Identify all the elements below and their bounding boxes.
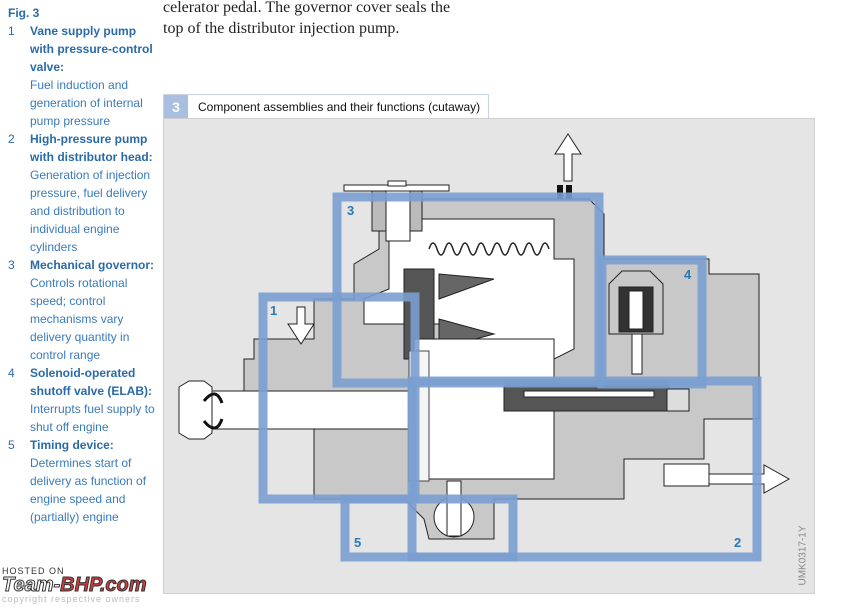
- region-label-2: 2: [734, 535, 741, 550]
- legend-item-desc: Generation of injection pressure, fuel d…: [30, 168, 151, 254]
- region-label-5: 5: [354, 535, 361, 550]
- body-text: celerator pedal. The governor cover seal…: [163, 0, 450, 39]
- legend-item-number: 4: [8, 366, 15, 380]
- fuel-inlet-arrow-icon: [287, 306, 315, 345]
- pump-cutaway-figure: 3 1 4 2 5: [163, 118, 815, 594]
- legend-item-number: 1: [8, 24, 15, 38]
- figure-caption-text: Component assemblies and their functions…: [198, 100, 481, 114]
- legend-item-number: 3: [8, 258, 15, 272]
- delivery-valve: [663, 463, 791, 494]
- watermark-copyright: copyright respective owners: [2, 594, 141, 604]
- legend-item: 3 Mechanical governor: Controls rotationa…: [8, 256, 158, 364]
- region-label-3: 3: [347, 203, 354, 218]
- body-text-line: top of the distributor injection pump.: [163, 20, 400, 37]
- legend-item-title: Solenoid-operated shutoff valve (ELAB):: [30, 366, 153, 398]
- watermark-brand-left: Team-: [1, 574, 61, 596]
- legend-item-number: 2: [8, 132, 15, 146]
- watermark: HOSTED ON Team-BHP.com copyright respect…: [1, 566, 202, 604]
- legend-item: 2 High-pressure pump with distributor he…: [8, 130, 158, 256]
- fig-label: Fig. 3: [8, 6, 40, 20]
- legend-item-desc: Interrupts fuel supply to shut off engin…: [30, 402, 155, 434]
- legend-item-number: 5: [8, 438, 15, 452]
- legend-item: 4 Solenoid-operated shutoff valve (ELAB)…: [8, 364, 158, 436]
- watermark-brand-right: BHP.com: [60, 574, 147, 596]
- legend-item-title: Vane supply pump with pressure-control v…: [30, 24, 153, 74]
- pump-cutaway-diagram: 3 1 4 2 5: [178, 133, 791, 562]
- legend-item-title: Timing device:: [30, 438, 114, 452]
- legend-item: 5 Timing device: Determines start of deli…: [8, 436, 158, 526]
- legend-item-desc: Determines start of delivery as function…: [30, 456, 147, 524]
- body-text-line: celerator pedal. The governor cover seal…: [163, 0, 451, 16]
- figure-number: 3: [164, 95, 188, 119]
- region-label-4: 4: [684, 267, 692, 282]
- region-label-1: 1: [270, 303, 277, 318]
- figure-caption: 3 Component assemblies and their functio…: [163, 94, 490, 120]
- legend-item-title: Mechanical governor:: [30, 258, 155, 272]
- figure-legend: Fig. 3 1 Vane supply pump with pressure-…: [8, 4, 158, 526]
- legend-item-desc: Controls rotational speed; control mecha…: [30, 276, 130, 362]
- watermark-brand: Team-BHP.com: [1, 574, 202, 596]
- figure-credit: UMK0317-1Y: [793, 490, 809, 590]
- figure-credit-text: UMK0317-1Y: [797, 525, 809, 586]
- fuel-return-arrow-icon: [554, 133, 582, 182]
- legend-item-desc: Fuel induction and generation of interna…: [30, 78, 143, 128]
- legend-item: 1 Vane supply pump with pressure-control…: [8, 22, 158, 130]
- legend-item-title: High-pressure pump with distributor head…: [30, 132, 153, 164]
